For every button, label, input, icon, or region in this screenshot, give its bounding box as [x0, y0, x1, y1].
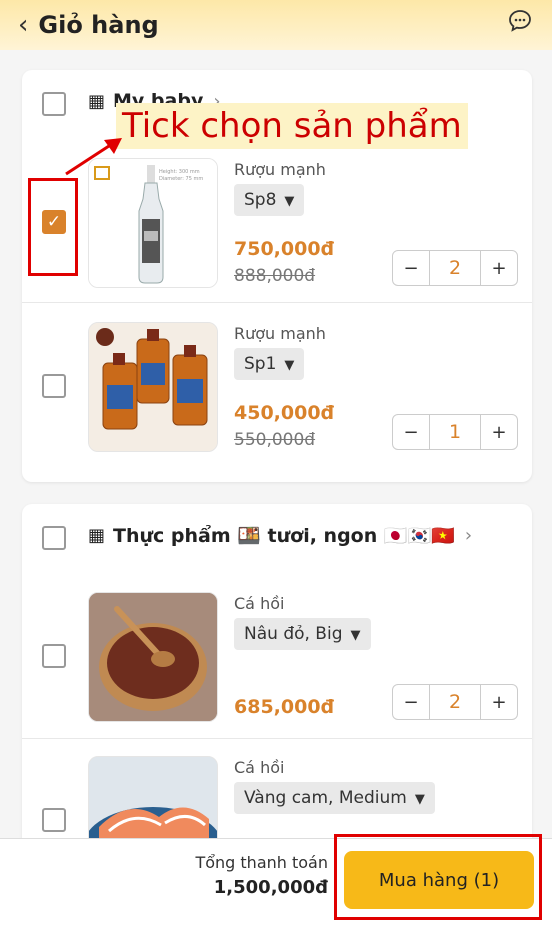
shop-checkbox[interactable] — [42, 526, 66, 550]
variant-select[interactable]: Sp8 ▼ — [234, 184, 305, 216]
shop-name: Thực phẩm 🍱 tươi, ngon 🇯🇵🇰🇷🇻🇳 — [113, 525, 455, 547]
quantity-value[interactable]: 1 — [430, 415, 480, 449]
plus-button[interactable]: + — [480, 685, 517, 719]
store-icon: ▦ — [88, 525, 106, 546]
shop-card: ▦ Thực phẩm 🍱 tươi, ngon 🇯🇵🇰🇷🇻🇳 › Cá hồi… — [22, 504, 532, 886]
minus-button[interactable]: − — [393, 251, 430, 285]
page-title: Giỏ hàng — [38, 11, 159, 39]
product-name: Cá hồi — [234, 594, 285, 613]
item-checkbox[interactable] — [42, 374, 66, 398]
chevron-down-icon: ▼ — [350, 628, 361, 643]
item-checkbox[interactable] — [42, 644, 66, 668]
variant-select[interactable]: Sp1 ▼ — [234, 348, 305, 380]
chevron-down-icon: ▼ — [284, 358, 295, 373]
svg-text:Height: 300 mm: Height: 300 mm — [159, 169, 200, 175]
variant-label: Vàng cam, Medium — [244, 788, 407, 808]
quantity-stepper: − 2 + — [392, 250, 518, 286]
plus-button[interactable]: + — [480, 251, 517, 285]
back-icon[interactable]: ‹ — [18, 10, 28, 40]
product-name: Cá hồi — [234, 758, 285, 777]
product-image[interactable] — [88, 322, 218, 452]
annotation-label: Tick chọn sản phẩm — [116, 103, 468, 149]
variant-label: Nâu đỏ, Big — [244, 624, 343, 644]
product-price: 750,000đ — [234, 238, 335, 260]
product-old-price: 550,000đ — [234, 430, 316, 450]
variant-label: Sp8 — [244, 190, 277, 210]
total-label: Tổng thanh toán — [195, 853, 328, 872]
product-name: Rượu mạnh — [234, 160, 326, 179]
plus-button[interactable]: + — [480, 415, 517, 449]
shop-header[interactable]: ▦ Thực phẩm 🍱 tươi, ngon 🇯🇵🇰🇷🇻🇳 › — [88, 524, 472, 547]
quantity-stepper: − 1 + — [392, 414, 518, 450]
header: ‹ Giỏ hàng — [0, 0, 552, 50]
annotation-highlight-box — [334, 834, 542, 920]
divider — [22, 302, 532, 303]
product-price: 685,000đ — [234, 696, 335, 718]
annotation-highlight-box — [28, 178, 78, 276]
variant-label: Sp1 — [244, 354, 277, 374]
minus-button[interactable]: − — [393, 685, 430, 719]
store-icon: ▦ — [88, 90, 106, 112]
product-price: 450,000đ — [234, 402, 335, 424]
product-old-price: 888,000đ — [234, 266, 316, 286]
item-checkbox[interactable] — [42, 808, 66, 832]
product-name: Rượu mạnh — [234, 324, 326, 343]
chat-icon[interactable] — [508, 9, 532, 33]
minus-button[interactable]: − — [393, 415, 430, 449]
shop-checkbox[interactable] — [42, 92, 66, 116]
svg-text:Diameter: 75 mm: Diameter: 75 mm — [159, 176, 203, 182]
total-value: 1,500,000đ — [213, 877, 328, 898]
quantity-stepper: − 2 + — [392, 684, 518, 720]
divider — [22, 738, 532, 739]
variant-select[interactable]: Vàng cam, Medium ▼ — [234, 782, 435, 814]
chevron-down-icon: ▼ — [414, 792, 425, 807]
chevron-down-icon: ▼ — [284, 194, 295, 209]
variant-select[interactable]: Nâu đỏ, Big ▼ — [234, 618, 371, 650]
chevron-right-icon: › — [464, 525, 473, 546]
quantity-value[interactable]: 2 — [430, 685, 480, 719]
quantity-value[interactable]: 2 — [430, 251, 480, 285]
annotation-arrow-icon — [65, 138, 122, 176]
product-image[interactable] — [88, 592, 218, 722]
